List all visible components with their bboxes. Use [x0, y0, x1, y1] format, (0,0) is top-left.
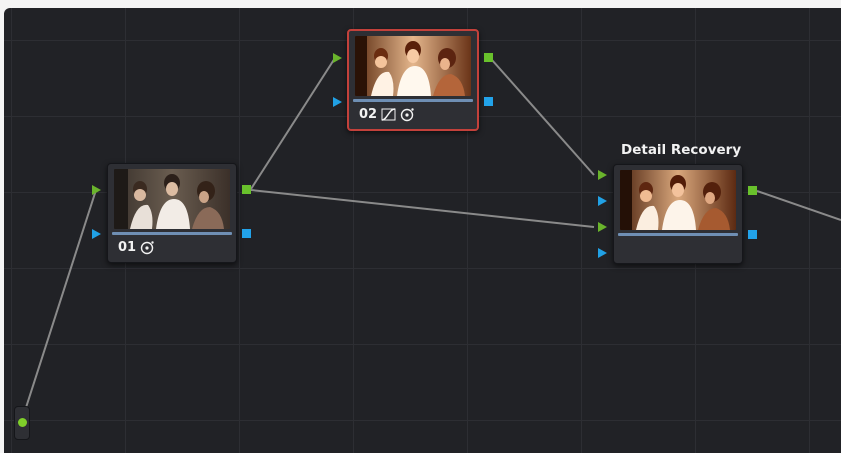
node-title: Detail Recovery [621, 142, 742, 158]
detail-recovery-alpha-input-1[interactable] [598, 196, 607, 206]
node-01-alpha-input[interactable] [92, 229, 101, 239]
node-02-thumbnail [355, 36, 471, 96]
node-01-rgb-input[interactable] [92, 185, 101, 195]
node-02-rgb-input[interactable] [333, 53, 342, 63]
node-01-status-bar [112, 232, 232, 235]
node-02-alpha-output[interactable] [484, 97, 493, 106]
curves-icon [381, 108, 396, 121]
node-01-label-row: 01 [118, 240, 155, 255]
node-editor-canvas[interactable]: 01 02 Detail Recovery [4, 8, 841, 453]
wire-01-to-02 [250, 57, 336, 190]
node-01-thumbnail [114, 169, 230, 229]
wire-02-to-detail-recovery [491, 59, 595, 176]
node-01[interactable]: 01 [107, 163, 237, 263]
node-02-label-row: 02 [359, 107, 415, 122]
node-number: 02 [359, 107, 378, 122]
node-01-rgb-output[interactable] [242, 185, 251, 194]
detail-recovery-alpha-output[interactable] [748, 230, 757, 239]
node-01-alpha-output[interactable] [242, 229, 251, 238]
color-warper-icon [400, 108, 414, 122]
node-02-rgb-output[interactable] [484, 53, 493, 62]
node-detail-recovery[interactable] [613, 164, 743, 264]
rgb-output-port[interactable] [18, 418, 27, 427]
detail-recovery-status-bar [618, 233, 738, 236]
detail-recovery-rgb-output[interactable] [748, 186, 757, 195]
node-02-alpha-input[interactable] [333, 97, 342, 107]
detail-recovery-thumbnail [620, 170, 736, 230]
wire-01-to-detail-recovery [250, 189, 595, 228]
source-input-node[interactable] [14, 406, 30, 440]
wire-source-to-01 [21, 189, 97, 421]
color-warper-icon [140, 241, 154, 255]
detail-recovery-rgb-input-1[interactable] [598, 170, 607, 180]
detail-recovery-rgb-input-2[interactable] [598, 222, 607, 232]
node-number: 01 [118, 240, 137, 255]
wire-detail-recovery-to-output [756, 190, 841, 221]
node-02[interactable]: 02 [347, 29, 479, 131]
node-02-status-bar [353, 99, 473, 102]
detail-recovery-alpha-input-2[interactable] [598, 248, 607, 258]
